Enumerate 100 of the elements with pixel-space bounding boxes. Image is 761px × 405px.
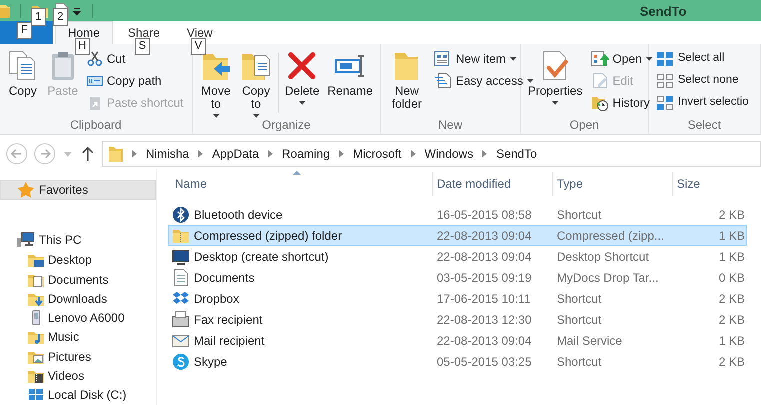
edit-icon (590, 72, 609, 88)
nav-item[interactable]: Downloads (0, 289, 156, 309)
size-cell-text: 2 KB (718, 206, 745, 224)
file-row[interactable]: Fax recipient 22-08-2013 12:30 Shortcut 2 KB (168, 309, 747, 330)
select-none-icon (656, 72, 674, 88)
keytip-tooltip: 2 (53, 8, 68, 26)
group-label: Clipboard (69, 117, 123, 134)
keytip-tooltip: H (75, 38, 90, 55)
nav-item[interactable]: Local Disk (C:) (0, 386, 156, 405)
shortcut-icon (87, 94, 103, 110)
group-label: Organize (261, 117, 312, 134)
size-cell-text: 0 KB (718, 270, 745, 286)
ribbon-button[interactable]: Delete (280, 47, 324, 105)
file-name: Mail recipient (194, 332, 265, 350)
folder-icon (27, 329, 45, 346)
fax-icon (172, 310, 190, 328)
nav-item[interactable]: Videos (0, 366, 156, 386)
ribbon-button[interactable]: Copy to (236, 47, 276, 118)
type-cell-text: Shortcut (556, 354, 603, 370)
chevron-icon (410, 150, 416, 158)
nav-item[interactable]: Favorites (0, 180, 156, 200)
date-cell-text: 03-05-2015 09:19 (436, 270, 533, 286)
size-cell-text: 2 KB (718, 290, 745, 308)
nav-item[interactable]: This PC (0, 230, 156, 251)
recent-dropdown[interactable] (64, 152, 72, 156)
group-label: New (437, 117, 464, 134)
file-row[interactable]: Skype 05-05-2015 03:25 Shortcut 2 KB (168, 351, 747, 372)
file-row[interactable]: Bluetooth device 16-05-2015 08:58 Shortcut 2 KB (168, 204, 747, 225)
group-label: Select (686, 117, 722, 134)
file-row[interactable]: Compressed (zipped) folder 22-08-2013 09:04 Compressed (zipp... 1 KB (168, 225, 747, 246)
folder-icon (109, 145, 123, 163)
star-icon (17, 182, 35, 198)
nav-item[interactable]: Desktop (0, 250, 156, 270)
open-icon (590, 50, 609, 66)
date-cell-text: 16-05-2015 08:58 (436, 206, 533, 224)
file-name: Desktop (create shortcut) (194, 248, 329, 266)
type-cell-text: Mail Service (556, 332, 624, 350)
folder-icon (27, 368, 45, 384)
skype-icon (172, 352, 190, 370)
keytip-tooltip: 1 (31, 8, 46, 26)
keytip-tooltip: F (17, 22, 32, 39)
folder-icon (0, 2, 10, 18)
ribbon-button[interactable]: Invert selectio (654, 93, 751, 112)
file-row[interactable]: Mail recipient 22-08-2013 09:04 Mail Service 1 KB (168, 330, 747, 351)
nav-item[interactable]: Lenovo A6000 (0, 308, 156, 328)
file-name: Dropbox (194, 290, 240, 308)
path-segment[interactable]: SendTo (496, 145, 538, 163)
date-cell-text: 17-06-2015 10:11 (436, 290, 532, 308)
sort-arrow-icon (293, 171, 301, 175)
path-segment[interactable]: Windows (424, 145, 474, 163)
ribbon-button[interactable]: History (588, 93, 656, 112)
type-cell-text: MyDocs Drop Tar... (556, 270, 660, 286)
bluetooth-icon (172, 206, 190, 224)
scissors-icon (87, 50, 103, 66)
monitor-icon (172, 248, 190, 266)
path-segment[interactable]: Nimisha (146, 145, 190, 163)
chevron-icon (268, 150, 274, 158)
column-header[interactable]: Date modified (432, 172, 552, 196)
file-name: Bluetooth device (194, 206, 283, 224)
easy-access-icon (434, 72, 452, 88)
type-cell-text: Shortcut (556, 290, 603, 308)
ribbon-button[interactable]: Rename (324, 47, 377, 98)
type-cell-text: Desktop Shortcut (556, 248, 650, 266)
chevron-icon (132, 150, 137, 158)
keytip-tooltip: S (135, 38, 150, 55)
back-button[interactable] (6, 143, 28, 165)
ribbon-button[interactable]: Select none (654, 71, 751, 90)
dropdown-icon (72, 6, 82, 16)
ribbon-button[interactable]: Copy (3, 47, 43, 98)
column-header[interactable]: Type (552, 172, 672, 196)
column-header[interactable]: Size (672, 172, 752, 196)
path-segment[interactable]: Roaming (282, 145, 330, 163)
ribbon-button[interactable]: Open (588, 49, 656, 68)
column-header[interactable]: Name (171, 172, 432, 196)
forward-button[interactable] (34, 143, 56, 165)
file-row[interactable]: Documents 03-05-2015 09:19 MyDocs Drop Tar... 0 KB (168, 267, 747, 288)
ribbon-button[interactable]: Select all (654, 49, 751, 68)
date-cell-text: 22-08-2013 09:04 (436, 332, 533, 350)
date-cell-text: 05-05-2015 03:25 (436, 354, 533, 370)
address-bar[interactable]: Nimisha AppData Roaming Microsoft Windows SendTo (102, 141, 761, 167)
type-cell-text: Compressed (zipp... (556, 228, 666, 244)
path-segment[interactable]: AppData (212, 145, 260, 163)
ribbon-button[interactable]: Copy path (85, 71, 186, 90)
group-label: Open (568, 117, 600, 134)
up-button[interactable] (82, 146, 94, 162)
file-row[interactable]: Desktop (create shortcut) 22-08-2013 09:04 Desktop Shortcut 1 KB (168, 246, 747, 267)
delete-icon (286, 50, 318, 82)
file-row[interactable]: Dropbox 17-06-2015 10:11 Shortcut 2 KB (168, 288, 747, 309)
size-cell-text: 1 KB (718, 248, 745, 266)
file-name: Skype (194, 354, 228, 370)
nav-item[interactable]: Music (0, 328, 156, 348)
nav-item[interactable]: Documents (0, 270, 156, 290)
invert-selection-icon (656, 94, 674, 110)
file-name: Documents (194, 270, 255, 286)
ribbon-button[interactable]: New folder (384, 47, 430, 111)
keytip-tooltip: V (191, 38, 206, 55)
nav-item[interactable]: Pictures (0, 347, 156, 366)
type-cell-text: Shortcut (556, 312, 603, 328)
path-segment[interactable]: Microsoft (353, 145, 402, 163)
folder-icon (27, 252, 45, 268)
